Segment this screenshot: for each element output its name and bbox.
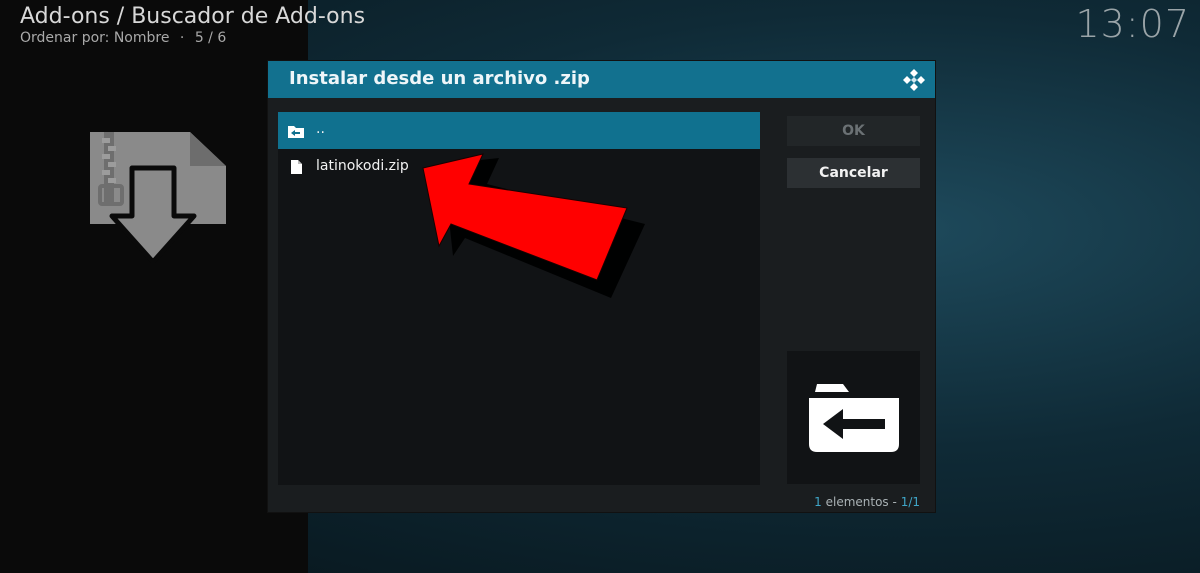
sort-label: Ordenar por: Nombre bbox=[20, 30, 170, 46]
item-count-footer: 1 elementos - 1/1 bbox=[814, 495, 920, 509]
dialog-header: Instalar desde un archivo .zip bbox=[268, 61, 935, 98]
sort-info: Ordenar por: Nombre · 5 / 6 bbox=[20, 30, 226, 46]
sort-separator: · bbox=[179, 30, 185, 46]
breadcrumb-title: Add-ons / Buscador de Add-ons bbox=[20, 4, 366, 29]
page-indicator: 1/1 bbox=[900, 495, 920, 509]
item-count-word: elementos bbox=[825, 495, 889, 509]
list-item-label: latinokodi.zip bbox=[316, 158, 409, 174]
ok-button[interactable]: OK bbox=[787, 116, 920, 146]
item-position: 5 / 6 bbox=[194, 30, 227, 46]
list-item-label: .. bbox=[316, 121, 325, 137]
list-item-zip-file[interactable]: latinokodi.zip bbox=[278, 149, 760, 186]
footer-dash: - bbox=[892, 495, 897, 509]
dialog-title: Instalar desde un archivo .zip bbox=[289, 68, 590, 89]
install-zip-dialog: Instalar desde un archivo .zip .. latino… bbox=[268, 61, 935, 512]
preview-thumbnail bbox=[787, 351, 920, 484]
folder-back-icon bbox=[288, 126, 304, 138]
clock: 13:07 bbox=[1075, 2, 1190, 46]
list-item-parent-folder[interactable]: .. bbox=[278, 112, 760, 149]
cancel-button[interactable]: Cancelar bbox=[787, 158, 920, 188]
file-list[interactable]: .. latinokodi.zip bbox=[278, 112, 760, 485]
item-count: 1 bbox=[814, 495, 822, 509]
file-icon bbox=[291, 160, 302, 174]
kodi-logo-icon bbox=[903, 69, 925, 91]
zip-install-icon bbox=[90, 132, 226, 265]
left-panel bbox=[0, 0, 308, 573]
folder-back-large-icon bbox=[809, 384, 899, 452]
